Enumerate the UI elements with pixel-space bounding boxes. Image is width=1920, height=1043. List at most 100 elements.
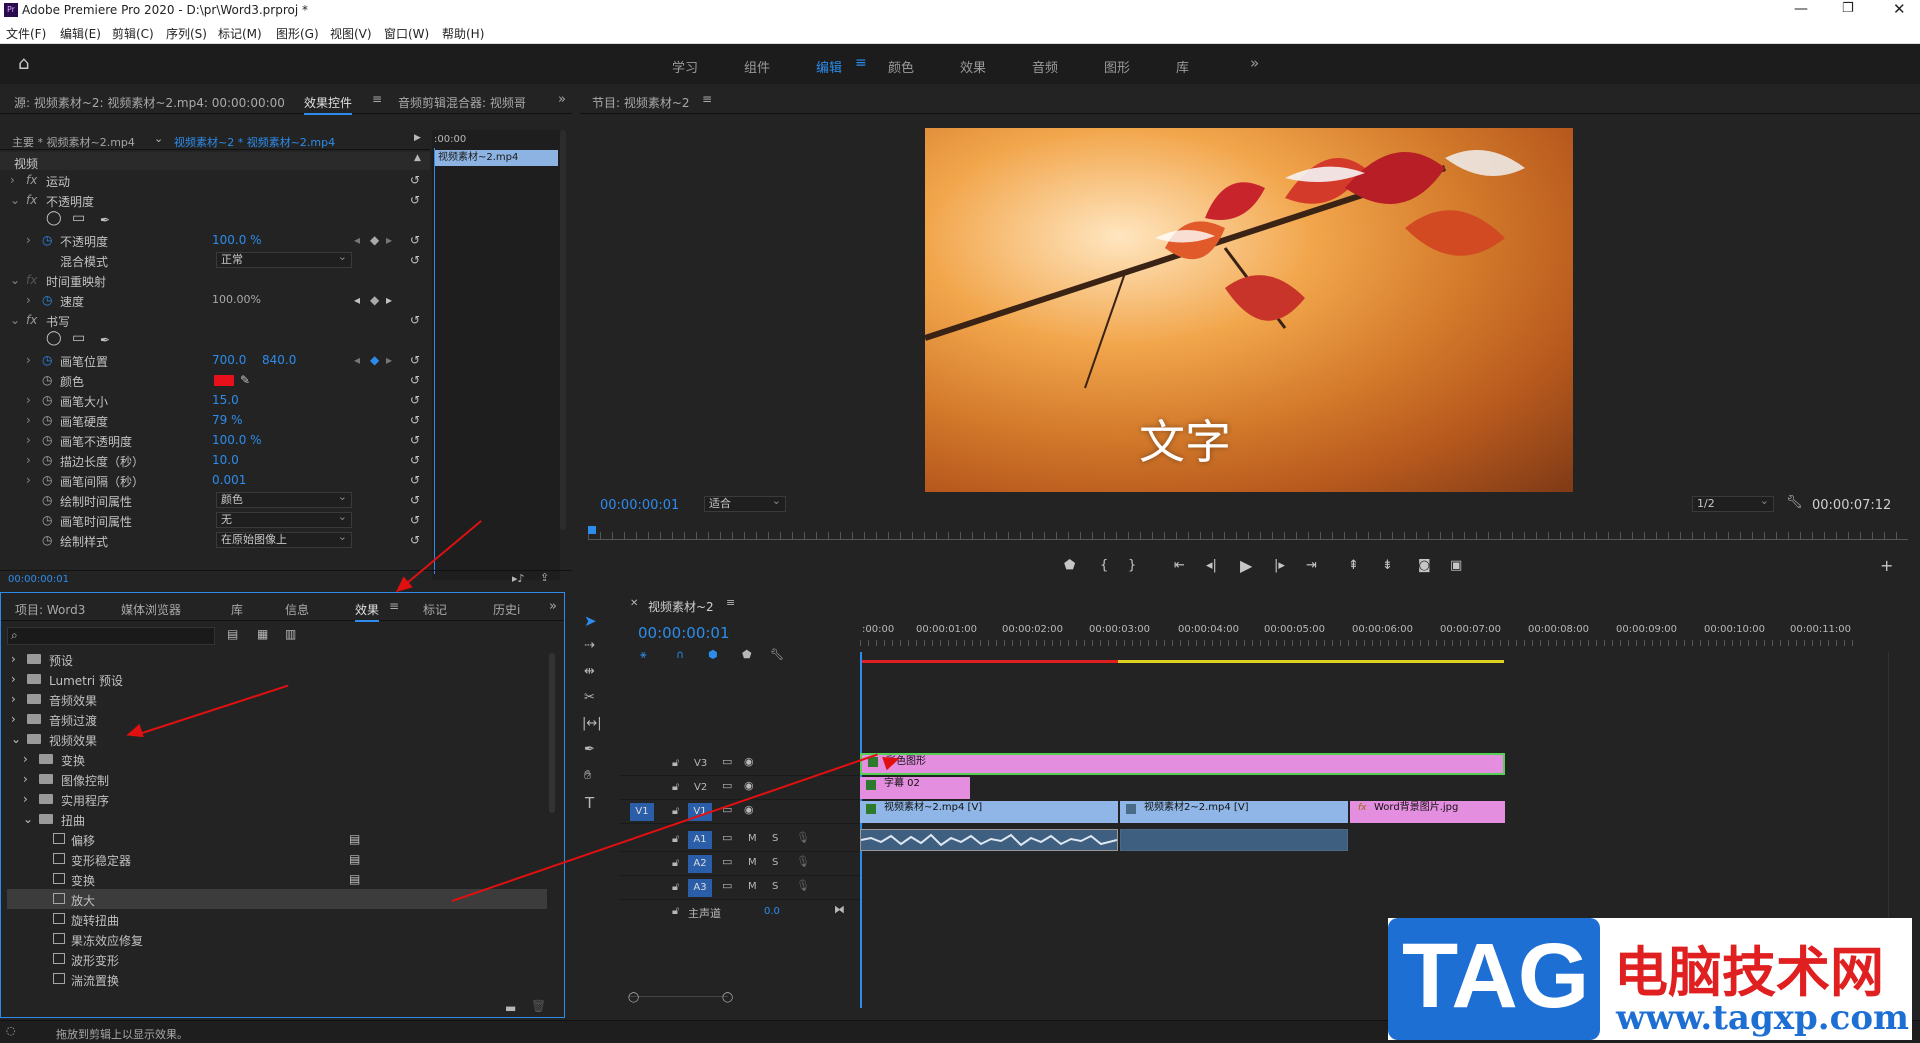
tab-media-browser[interactable]: 媒体浏览器	[121, 601, 181, 618]
add-marker-icon[interactable]: ⬟	[1064, 558, 1075, 573]
reset-icon[interactable]: ↺	[410, 253, 420, 267]
prop-row-opacity[interactable]: › ◷ 不透明度 100.0 % ◂ ◆ ▸ ↺	[0, 230, 420, 250]
tab-source[interactable]: 源: 视频素材~2: 视频素材~2.mp4: 00:00:00:00	[14, 94, 285, 111]
lift-icon[interactable]: ⇞	[1348, 558, 1359, 573]
reset-icon[interactable]: ↺	[410, 453, 420, 467]
close-icon[interactable]: ✕	[630, 598, 638, 609]
timeline-vscroll[interactable]	[1888, 652, 1900, 942]
pen-tool-icon[interactable]: ✒	[584, 742, 595, 757]
fx-icon[interactable]: fx	[26, 313, 37, 327]
workspace-more-button[interactable]: »	[1250, 54, 1259, 72]
tree-item-lumetri-presets[interactable]: › Lumetri 预设	[1, 669, 551, 689]
lock-icon[interactable]: 🔓︎	[672, 880, 679, 894]
32bit-effects-icon[interactable]: ▦	[257, 627, 268, 641]
prev-keyframe-icon[interactable]: ◂	[354, 353, 360, 367]
program-title[interactable]: 节目: 视频素材~2	[592, 94, 690, 111]
eyedropper-icon[interactable]: ✎	[240, 373, 250, 387]
extract-icon[interactable]: ⇟	[1382, 558, 1393, 573]
overlay-text[interactable]: 文字	[1139, 406, 1231, 472]
clip-v1-video-a[interactable]: 视频素材~2.mp4 [V]	[860, 801, 1118, 823]
lock-icon[interactable]: 🔓︎	[672, 756, 679, 770]
brush-time-dropdown[interactable]: 无	[216, 510, 352, 528]
prop-value[interactable]: 100.0 %	[212, 233, 262, 247]
fx-row-opacity[interactable]: ⌄ fx 不透明度 ↺	[0, 190, 420, 210]
fx-icon[interactable]: fx	[26, 173, 37, 187]
program-timecode[interactable]: 00:00:00:01	[600, 498, 679, 513]
prop-row-brush-spacing[interactable]: › ◷ 画笔间隔（秒） 0.001 ↺	[0, 470, 420, 490]
tree-item-wave-warp[interactable]: 波形变形	[1, 949, 551, 969]
menu-icon[interactable]: ≡	[389, 599, 399, 613]
workspace-tab-libraries[interactable]: 库	[1176, 57, 1189, 76]
sync-icon[interactable]: ▭	[722, 779, 732, 792]
ripple-edit-tool-icon[interactable]: ⇹	[584, 664, 595, 679]
prop-row-speed[interactable]: › ◷ 速度 100.00% ◂ ◆ ▸	[0, 290, 420, 310]
yuv-effects-icon[interactable]: ▥	[285, 627, 296, 641]
rectangle-mask-icon[interactable]: ▭	[72, 210, 85, 226]
tree-item-image-control[interactable]: › 图像控制	[1, 769, 551, 789]
reset-icon[interactable]: ↺	[410, 173, 420, 187]
program-playhead[interactable]	[588, 526, 596, 534]
prop-row-brush-size[interactable]: › ◷ 画笔大小 15.0 ↺	[0, 390, 420, 410]
chevron-down-icon[interactable]: ⌄	[154, 132, 163, 145]
stopwatch-icon[interactable]: ◷	[42, 473, 52, 487]
menu-icon[interactable]: ≡	[702, 92, 712, 106]
workspace-tab-graphics[interactable]: 图形	[1104, 57, 1130, 76]
sync-icon[interactable]: ▭	[722, 831, 732, 844]
solo-button[interactable]: S	[772, 833, 778, 844]
mute-button[interactable]: M	[748, 857, 757, 868]
reset-icon[interactable]: ↺	[410, 493, 420, 507]
mini-playhead[interactable]	[434, 148, 435, 574]
fit-dropdown[interactable]: 适合	[704, 494, 786, 512]
track-label[interactable]: V3	[694, 758, 707, 769]
snap-icon[interactable]: ⚹	[640, 648, 647, 662]
lock-icon[interactable]: 🔓︎	[672, 856, 679, 870]
workspace-tab-assembly[interactable]: 组件	[744, 57, 770, 76]
prop-value[interactable]: 100.00%	[212, 293, 261, 306]
reset-icon[interactable]: ↺	[410, 433, 420, 447]
razor-tool-icon[interactable]: ✂	[584, 690, 595, 705]
workspace-tab-color[interactable]: 颜色	[888, 57, 914, 76]
menu-graphics[interactable]: 图形(G)	[276, 25, 319, 42]
close-button[interactable]: ✕	[1893, 0, 1906, 18]
menu-file[interactable]: 文件(F)	[6, 25, 46, 42]
reset-icon[interactable]: ↺	[410, 473, 420, 487]
lock-icon[interactable]: 🔓︎	[672, 804, 679, 818]
master-clip-label[interactable]: 主要 * 视频素材~2.mp4	[12, 134, 135, 150]
clip-v2-title[interactable]: 字幕 02	[860, 777, 970, 799]
scroll-up-icon[interactable]: ▲	[414, 153, 421, 163]
mini-clip-block[interactable]: 视频素材~2.mp4	[434, 150, 558, 166]
solo-button[interactable]: S	[772, 857, 778, 868]
track-label[interactable]: A1	[688, 831, 712, 849]
fx-icon[interactable]: fx	[26, 193, 37, 207]
play-triangle-icon[interactable]: ▶	[414, 133, 421, 143]
linked-selection-icon[interactable]: ∩	[676, 648, 684, 661]
effect-controls-timecode[interactable]: 00:00:00:01	[8, 574, 69, 585]
stopwatch-icon[interactable]: ◷	[42, 393, 52, 407]
prop-value[interactable]: 10.0	[212, 453, 239, 467]
prop-value[interactable]: 100.0 %	[212, 433, 262, 447]
mark-in-icon[interactable]: {	[1100, 558, 1108, 573]
prop-row-paint-time[interactable]: ◷ 绘制时间属性 颜色 ↺	[0, 490, 420, 510]
tab-effect-controls[interactable]: 效果控件	[304, 94, 353, 115]
eye-icon[interactable]: ◉	[744, 779, 754, 792]
stopwatch-icon[interactable]: ◷	[42, 353, 52, 367]
menu-icon[interactable]: ≡	[726, 596, 735, 609]
tab-libraries[interactable]: 库	[231, 601, 243, 618]
go-to-out-icon[interactable]: ⇥	[1306, 558, 1317, 573]
lock-icon[interactable]: 🔓︎	[672, 780, 679, 794]
clip-a1-audio-a[interactable]	[860, 829, 1118, 851]
lock-icon[interactable]: 🔓︎	[672, 832, 679, 846]
fx-row-write-on[interactable]: ⌄ fx 书写 ↺	[0, 310, 420, 330]
reset-icon[interactable]: ↺	[410, 393, 420, 407]
workspace-tab-audio[interactable]: 音频	[1032, 57, 1058, 76]
play-audio-icon[interactable]: ▸♪	[512, 572, 525, 585]
effects-search-box[interactable]: ⌕	[7, 627, 215, 645]
selection-tool-icon[interactable]: ➤	[584, 612, 597, 630]
timeline-settings-icon[interactable]: 🔧︎	[770, 648, 784, 661]
quality-dropdown[interactable]: 1/2	[1692, 494, 1774, 512]
tree-item-turbulent-displace[interactable]: 湍流置换	[1, 969, 551, 989]
workspace-menu-icon[interactable]: ≡	[855, 55, 867, 71]
lock-icon[interactable]: 🔓︎	[672, 904, 679, 918]
slip-tool-icon[interactable]: |↔|	[582, 716, 602, 731]
reset-icon[interactable]: ↺	[410, 413, 420, 427]
